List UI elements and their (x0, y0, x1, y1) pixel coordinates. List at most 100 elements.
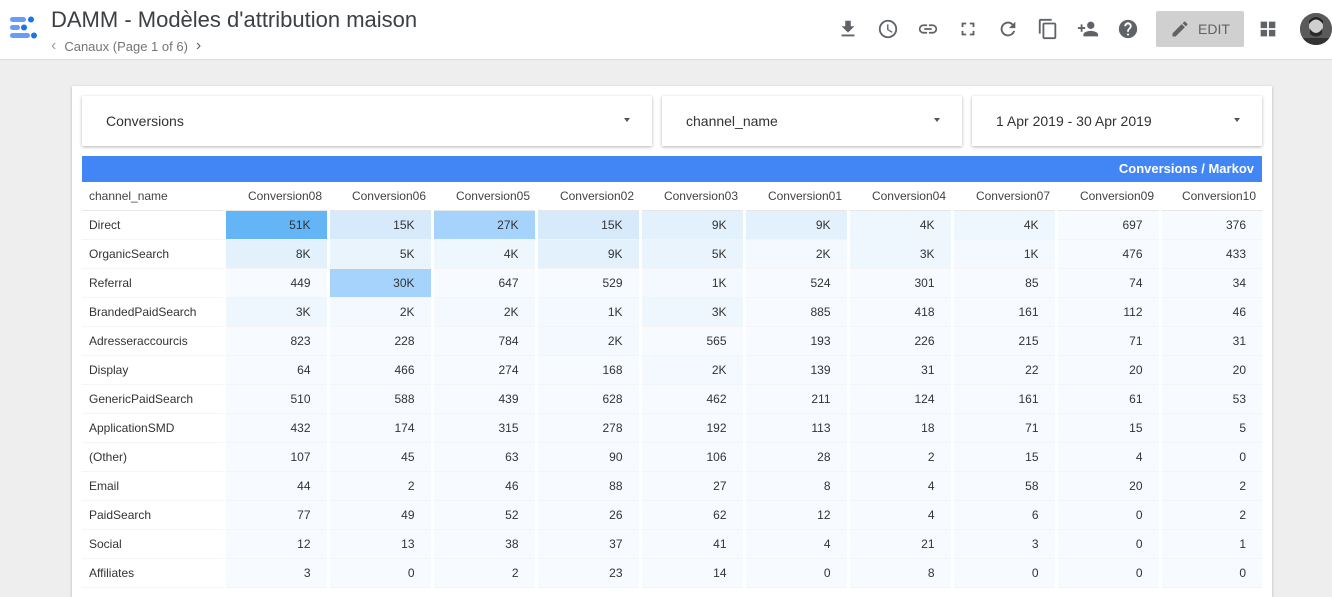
table-cell: 8 (742, 471, 848, 501)
column-header[interactable]: Conversion01 (744, 182, 848, 211)
table-cell: 0 (326, 558, 432, 588)
table-cell: 63 (430, 442, 536, 472)
table-cell: 215 (950, 326, 1056, 356)
column-header[interactable]: Conversion09 (1056, 182, 1160, 211)
table-cell: 466 (326, 355, 432, 385)
table-cell: 0 (1054, 558, 1160, 588)
table-cell: 588 (326, 384, 432, 414)
download-icon[interactable] (837, 18, 859, 40)
table-cell: 226 (846, 326, 952, 356)
table-cell: 0 (950, 558, 1056, 588)
table-cell: 4 (742, 529, 848, 559)
table-cell: 2K (638, 355, 744, 385)
table-cell: 38 (430, 529, 536, 559)
fullscreen-icon[interactable] (957, 18, 979, 40)
row-label: OrganicSearch (82, 239, 224, 269)
table-cell: 18 (846, 413, 952, 443)
page-name[interactable]: Canaux (Page 1 of 6) (64, 39, 188, 54)
share-icon[interactable] (1077, 18, 1099, 40)
table-cell: 20 (1054, 471, 1160, 501)
table-cell: 9K (534, 239, 640, 269)
table-header-row: channel_name Conversion08 Conversion06 Con… (82, 182, 1262, 211)
table-cell: 2K (534, 326, 640, 356)
table-cell: 31 (846, 355, 952, 385)
table-cell: 2 (1158, 500, 1262, 530)
data-studio-logo-icon[interactable] (8, 12, 38, 42)
column-header-channel-name[interactable]: channel_name (82, 182, 224, 211)
table-cell: 61 (1054, 384, 1160, 414)
table-cell: 90 (534, 442, 640, 472)
table-cell: 0 (1054, 529, 1160, 559)
column-header[interactable]: Conversion03 (640, 182, 744, 211)
table-row: OrganicSearch 8K 5K 4K 9K 5K 2K 3K 1K 476 433 (82, 239, 1262, 269)
row-label: Adresseraccourcis (82, 326, 224, 356)
table-cell: 524 (742, 268, 848, 298)
date-range-selector[interactable]: 1 Apr 2019 - 30 Apr 2019 (972, 96, 1262, 146)
pivot-table: channel_name Conversion08 Conversion06 Con… (82, 182, 1262, 588)
table-row: PaidSearch 77 49 52 26 62 12 4 6 0 2 (82, 500, 1262, 530)
table-cell: 192 (638, 413, 744, 443)
top-bar: DAMM - Modèles d'attribution maison ‹ Ca… (0, 0, 1332, 60)
table-cell: 4 (846, 500, 952, 530)
table-cell: 2 (326, 471, 432, 501)
table-cell: 71 (1054, 326, 1160, 356)
table-cell: 1K (950, 239, 1056, 269)
table-cell: 476 (1054, 239, 1160, 269)
table-cell: 14 (638, 558, 744, 588)
column-header[interactable]: Conversion10 (1160, 182, 1262, 211)
table-cell: 85 (950, 268, 1056, 298)
column-header[interactable]: Conversion06 (328, 182, 432, 211)
table-cell: 823 (222, 326, 328, 356)
chevron-left-icon[interactable]: ‹ (51, 37, 56, 55)
history-icon[interactable] (877, 18, 899, 40)
apps-grid-icon[interactable] (1257, 18, 1279, 40)
table-cell: 30K (326, 268, 432, 298)
table-cell: 45 (326, 442, 432, 472)
table-cell: 697 (1054, 210, 1160, 240)
chevron-right-icon[interactable]: › (196, 37, 201, 55)
table-cell: 4K (846, 210, 952, 240)
avatar[interactable] (1300, 13, 1332, 45)
table-row: Referral 449 30K 647 529 1K 524 301 85 74 34 (82, 268, 1262, 298)
table-cell: 301 (846, 268, 952, 298)
table-cell: 27K (430, 210, 536, 240)
table-cell: 1K (638, 268, 744, 298)
column-header[interactable]: Conversion07 (952, 182, 1056, 211)
table-cell: 15 (1054, 413, 1160, 443)
copy-icon[interactable] (1037, 18, 1059, 40)
column-header[interactable]: Conversion08 (224, 182, 328, 211)
table-cell: 439 (430, 384, 536, 414)
table-cell: 107 (222, 442, 328, 472)
table-row: Social 12 13 38 37 41 4 21 3 0 1 (82, 529, 1262, 559)
column-header[interactable]: Conversion05 (432, 182, 536, 211)
table-row: GenericPaidSearch 510 588 439 628 462 211 124 16… (82, 384, 1262, 414)
table-cell: 2 (846, 442, 952, 472)
table-cell: 21 (846, 529, 952, 559)
table-row: Adresseraccourcis 823 228 784 2K 565 193 226 215… (82, 326, 1262, 356)
table-cell: 124 (846, 384, 952, 414)
metric-selector[interactable]: Conversions (82, 96, 652, 146)
table-cell: 41 (638, 529, 744, 559)
report-canvas: Conversions channel_name 1 Apr 2019 - 30… (72, 86, 1272, 597)
column-header[interactable]: Conversion02 (536, 182, 640, 211)
refresh-icon[interactable] (997, 18, 1019, 40)
dimension-selector[interactable]: channel_name (662, 96, 962, 146)
row-label: GenericPaidSearch (82, 384, 224, 414)
table-cell: 4 (846, 471, 952, 501)
table-cell: 0 (742, 558, 848, 588)
edit-button[interactable]: EDIT (1156, 11, 1244, 47)
table-cell: 3K (222, 297, 328, 327)
table-cell: 5K (326, 239, 432, 269)
table-cell: 31 (1158, 326, 1262, 356)
table-cell: 58 (950, 471, 1056, 501)
table-cell: 13 (326, 529, 432, 559)
table-row: ApplicationSMD 432 174 315 278 192 113 18 71 15 5 (82, 413, 1262, 443)
table-body: Direct 51K 15K 27K 15K 9K 9K 4K 4K 697 376 OrganicS… (82, 210, 1262, 588)
table-cell: 510 (222, 384, 328, 414)
link-icon[interactable] (917, 18, 939, 40)
table-cell: 106 (638, 442, 744, 472)
page-navigator: ‹ Canaux (Page 1 of 6) › (51, 37, 201, 55)
help-icon[interactable] (1117, 18, 1139, 40)
column-header[interactable]: Conversion04 (848, 182, 952, 211)
table-cell: 46 (1158, 297, 1262, 327)
